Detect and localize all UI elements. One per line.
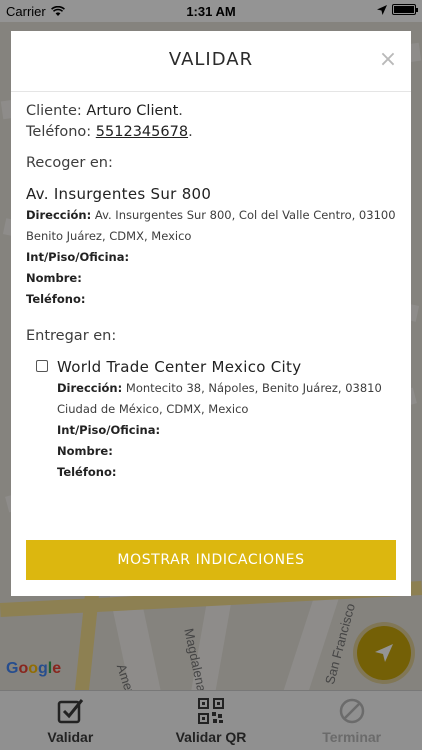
- close-icon[interactable]: ×: [377, 49, 399, 71]
- client-name: Arturo Client: [86, 103, 179, 119]
- pickup-heading: Recoger en:: [26, 155, 113, 171]
- delivery-address-line1: Montecito 38, Nápoles, Benito Juárez, 03…: [125, 381, 382, 395]
- pickup-phone-label: Teléfono:: [26, 292, 86, 306]
- validate-dialog: VALIDAR × Cliente: Arturo Client. Teléfo…: [11, 31, 411, 596]
- pickup-name-label: Nombre:: [26, 271, 82, 285]
- delivery-address-line2: Ciudad de México, CDMX, Mexico: [57, 402, 249, 416]
- show-directions-button[interactable]: MOSTRAR INDICACIONES: [26, 540, 396, 580]
- dialog-title: VALIDAR: [168, 49, 254, 70]
- title-divider: [11, 91, 411, 92]
- pickup-place: Av. Insurgentes Sur 800: [26, 185, 212, 203]
- phone-label: Teléfono:: [26, 124, 92, 140]
- delivery-name-label: Nombre:: [57, 444, 113, 458]
- client-phone-link[interactable]: 5512345678: [96, 124, 188, 140]
- delivery-place: World Trade Center Mexico City: [57, 358, 302, 376]
- pickup-int-label: Int/Piso/Oficina:: [26, 250, 130, 264]
- pickup-address-line1: Av. Insurgentes Sur 800, Col del Valle C…: [94, 208, 396, 222]
- address-label: Dirección:: [57, 381, 123, 395]
- delivery-phone-label: Teléfono:: [57, 465, 117, 479]
- client-row: Cliente: Arturo Client.: [26, 103, 183, 119]
- delivery-checkbox[interactable]: [36, 360, 48, 372]
- client-label: Cliente:: [26, 103, 82, 119]
- address-label: Dirección:: [26, 208, 92, 222]
- pickup-address-line2: Benito Juárez, CDMX, Mexico: [26, 229, 192, 243]
- delivery-heading: Entregar en:: [26, 328, 117, 344]
- delivery-int-label: Int/Piso/Oficina:: [57, 423, 161, 437]
- pickup-details: Dirección: Av. Insurgentes Sur 800, Col …: [26, 205, 396, 310]
- client-phone-row: Teléfono: 5512345678.: [26, 124, 193, 140]
- delivery-details: Dirección: Montecito 38, Nápoles, Benito…: [57, 378, 382, 483]
